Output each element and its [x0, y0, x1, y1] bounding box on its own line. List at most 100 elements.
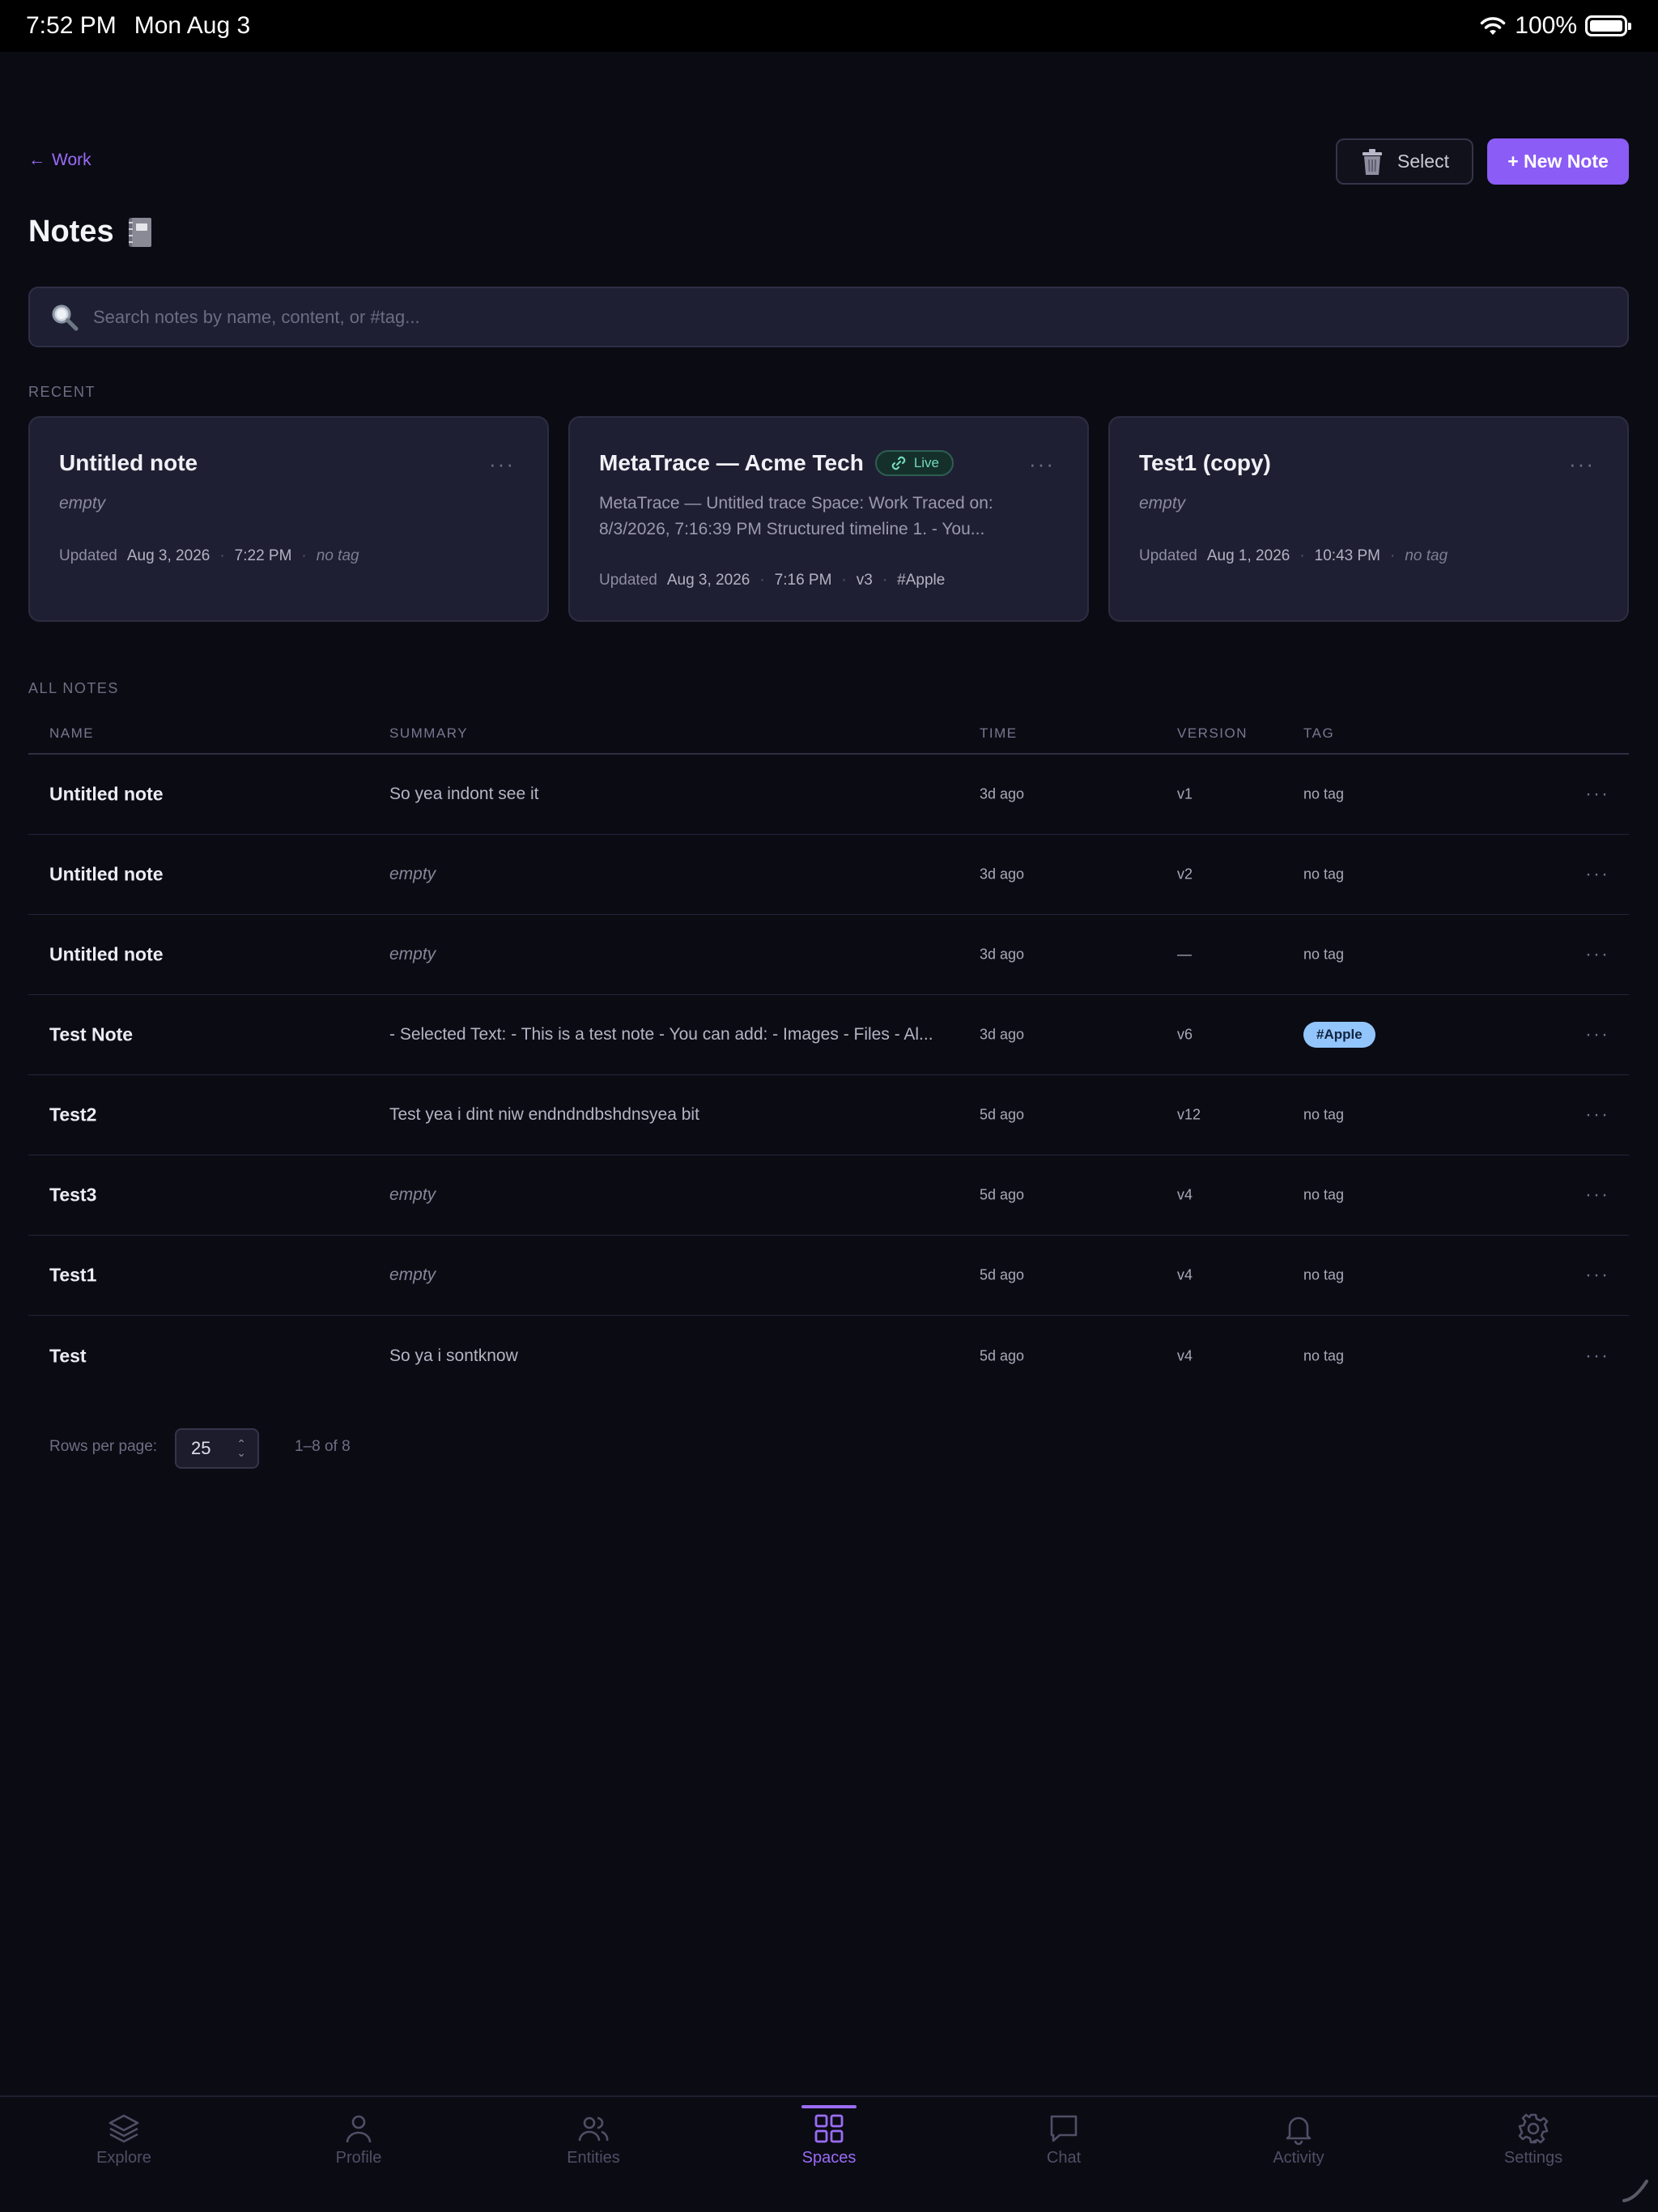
row-tag: no tag	[1303, 866, 1345, 883]
layers-icon	[108, 2114, 139, 2143]
row-name: Untitled note	[49, 783, 164, 805]
wifi-icon	[1481, 17, 1506, 35]
more-options-icon[interactable]: ···	[1585, 943, 1609, 966]
more-options-icon[interactable]: ···	[1585, 783, 1609, 806]
card-title: Test1 (copy)	[1139, 450, 1271, 475]
select-button[interactable]: Select	[1336, 138, 1473, 185]
card-version: v3	[856, 572, 873, 589]
row-summary: So yea indont see it	[389, 785, 539, 803]
table-header: NAME SUMMARY TIME VERSION TAG	[28, 721, 1629, 755]
bell-icon	[1286, 2116, 1312, 2146]
row-version: v6	[1177, 1026, 1193, 1043]
row-version: v4	[1177, 1186, 1193, 1203]
row-summary: - Selected Text: - This is a test note -…	[389, 1025, 933, 1044]
tab-profile[interactable]: Profile	[278, 2112, 440, 2167]
resize-handle-icon[interactable]	[1621, 2175, 1650, 2204]
column-header-time[interactable]: TIME	[980, 725, 1018, 742]
table-row[interactable]: Untitled note empty 3d ago — no tag ···	[28, 915, 1629, 995]
row-name: Test1	[49, 1264, 97, 1286]
tab-label: Entities	[567, 2149, 620, 2167]
table-row[interactable]: Test2 Test yea i dint niw endndndbshdnsy…	[28, 1075, 1629, 1155]
row-time: 3d ago	[980, 1026, 1025, 1043]
card-meta: Updated Aug 3, 2026 · 7:16 PM · v3 · #Ap…	[599, 572, 945, 589]
recent-label: RECENT	[28, 384, 96, 400]
more-options-icon[interactable]: ···	[1585, 1184, 1609, 1206]
table-row[interactable]: Test1 empty 5d ago v4 no tag ···	[28, 1236, 1629, 1316]
more-options-icon[interactable]: ···	[1029, 452, 1055, 477]
updated-time: 10:43 PM	[1314, 547, 1380, 564]
row-name: Test	[49, 1345, 87, 1366]
column-header-name[interactable]: NAME	[49, 725, 94, 742]
more-options-icon[interactable]: ···	[1585, 1264, 1609, 1287]
rows-per-page-label: Rows per page:	[49, 1438, 158, 1455]
more-options-icon[interactable]: ···	[1569, 452, 1595, 477]
recent-card[interactable]: MetaTrace — Acme Tech Live ··· MetaTrace…	[568, 416, 1089, 622]
updated-date: Aug 3, 2026	[126, 547, 210, 564]
separator-dot: ·	[841, 572, 847, 589]
people-icon	[578, 2116, 609, 2142]
table-row[interactable]: Test So ya i sontknow 5d ago v4 no tag ·…	[28, 1316, 1629, 1396]
status-time: 7:52 PM	[26, 12, 117, 39]
tab-label: Settings	[1503, 2149, 1563, 2167]
updated-label: Updated	[59, 547, 117, 564]
back-label: Work	[52, 151, 91, 169]
row-tag: no tag	[1303, 1266, 1345, 1283]
row-name: Untitled note	[49, 943, 164, 965]
tab-chat[interactable]: Chat	[983, 2112, 1145, 2167]
more-options-icon[interactable]: ···	[1585, 1104, 1609, 1126]
select-label: Select	[1397, 151, 1449, 172]
page-title-text: Notes	[28, 215, 114, 249]
row-name: Untitled note	[49, 863, 164, 885]
row-time: 3d ago	[980, 866, 1025, 883]
recent-card[interactable]: Untitled note ··· empty Updated Aug 3, 2…	[28, 416, 549, 622]
rows-per-page-select[interactable]: 25 ⌃ ⌄	[175, 1428, 259, 1469]
card-tag: no tag	[316, 547, 359, 564]
tab-label: Activity	[1273, 2149, 1324, 2167]
column-header-tag[interactable]: TAG	[1303, 725, 1334, 742]
page-title: Notes	[28, 215, 155, 249]
card-title: Untitled note	[59, 450, 198, 475]
separator-dot: ·	[882, 572, 888, 589]
tab-spaces[interactable]: Spaces	[748, 2112, 910, 2167]
card-title-text: MetaTrace — Acme Tech	[599, 450, 864, 475]
recent-card[interactable]: Test1 (copy) ··· empty Updated Aug 1, 20…	[1108, 416, 1629, 622]
row-summary: empty	[389, 945, 436, 963]
row-tag-pill[interactable]: #Apple	[1303, 1022, 1375, 1048]
row-tag: no tag	[1303, 1106, 1345, 1123]
tab-entities[interactable]: Entities	[512, 2112, 674, 2167]
row-summary: Test yea i dint niw endndndbshdnsyea bit	[389, 1105, 699, 1124]
column-header-version[interactable]: VERSION	[1177, 725, 1248, 742]
row-version: v4	[1177, 1347, 1193, 1363]
tab-activity[interactable]: Activity	[1218, 2112, 1380, 2167]
search-icon	[52, 304, 79, 330]
all-notes-label: ALL NOTES	[28, 680, 119, 696]
more-options-icon[interactable]: ···	[489, 452, 515, 477]
more-options-icon[interactable]: ···	[1585, 863, 1609, 886]
card-tag: #Apple	[897, 572, 946, 589]
back-link[interactable]: ← Work	[28, 151, 91, 170]
search-input[interactable]	[93, 306, 1627, 328]
more-options-icon[interactable]: ···	[1585, 1023, 1609, 1046]
tab-label: Explore	[96, 2149, 151, 2167]
status-right: 100%	[1479, 12, 1632, 40]
table-row[interactable]: Test3 empty 5d ago v4 no tag ···	[28, 1155, 1629, 1236]
tab-settings[interactable]: Settings	[1452, 2112, 1614, 2167]
link-icon	[891, 456, 906, 470]
separator-dot: ·	[219, 547, 225, 564]
row-version: v1	[1177, 785, 1193, 802]
tab-explore[interactable]: Explore	[43, 2112, 205, 2167]
battery-icon	[1585, 15, 1631, 36]
new-note-button[interactable]: + New Note	[1487, 138, 1629, 185]
more-options-icon[interactable]: ···	[1585, 1345, 1609, 1368]
person-icon	[346, 2115, 372, 2143]
notebook-icon	[128, 217, 151, 247]
tab-label: Chat	[1046, 2149, 1082, 2167]
card-title: MetaTrace — Acme Tech Live	[599, 450, 954, 476]
column-header-summary[interactable]: SUMMARY	[389, 725, 468, 742]
row-time: 3d ago	[980, 946, 1025, 963]
table-row[interactable]: Untitled note empty 3d ago v2 no tag ···	[28, 835, 1629, 915]
search-bar[interactable]	[28, 287, 1629, 347]
table-row[interactable]: Test Note - Selected Text: - This is a t…	[28, 995, 1629, 1075]
row-time: 5d ago	[980, 1266, 1025, 1283]
table-row[interactable]: Untitled note So yea indont see it 3d ag…	[28, 755, 1629, 835]
